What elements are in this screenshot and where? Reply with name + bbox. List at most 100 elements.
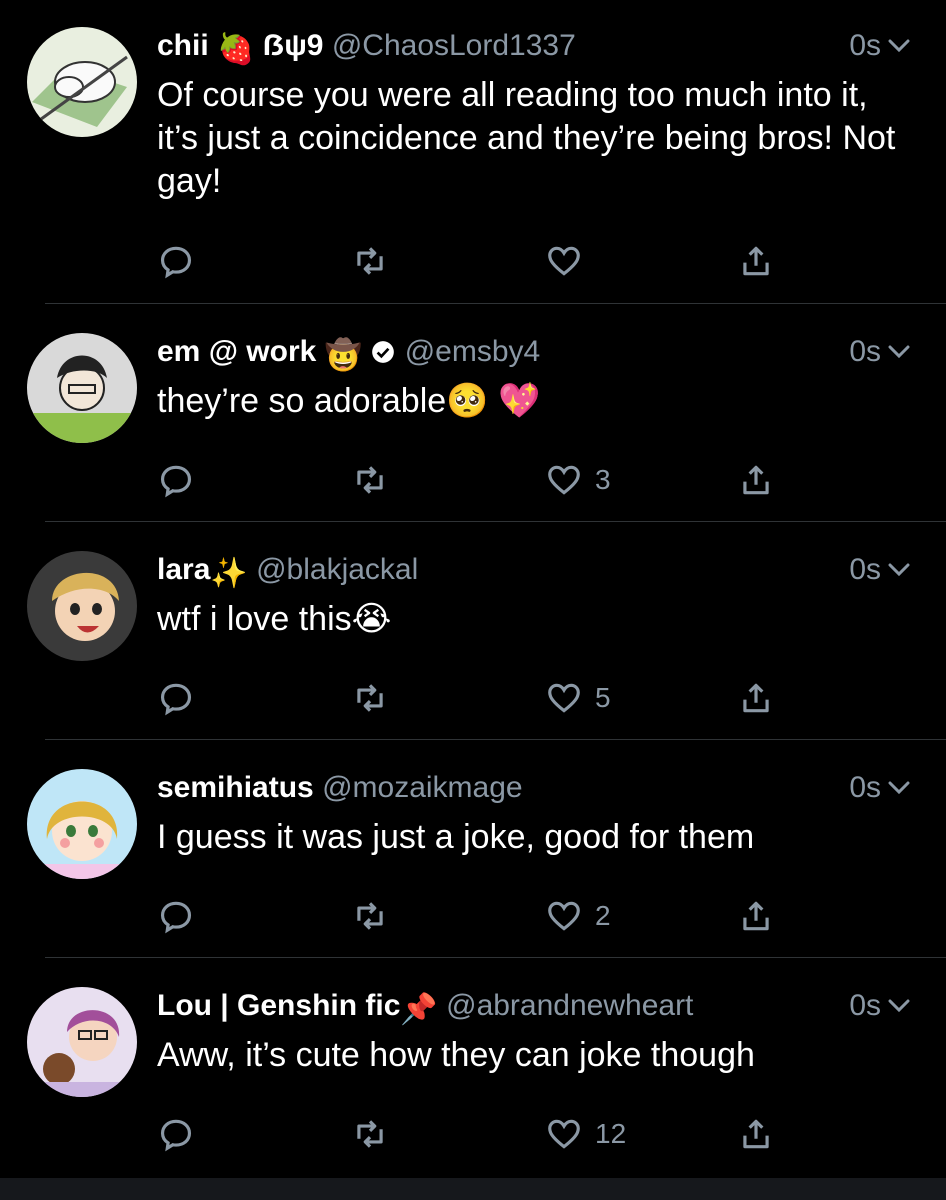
reply-button[interactable] <box>157 460 207 500</box>
chevron-down-icon[interactable] <box>887 28 911 64</box>
timestamp-text: 0s <box>849 29 881 62</box>
timestamp-text: 0s <box>849 335 881 368</box>
tweet-actions <box>157 241 797 281</box>
like-button[interactable]: 12 <box>545 1114 626 1154</box>
share-button[interactable] <box>737 896 775 936</box>
tweet-header: Lou | Genshin fic📌 @abrandnewheart <box>157 988 693 1028</box>
retweet-icon <box>357 902 383 930</box>
share-button[interactable] <box>737 460 775 500</box>
retweet-button[interactable] <box>351 896 401 936</box>
divider <box>45 521 946 522</box>
share-icon <box>743 246 769 276</box>
handle[interactable]: @ChaosLord1337 <box>332 29 576 62</box>
like-button[interactable]: 2 <box>545 896 611 936</box>
share-icon <box>743 465 769 495</box>
share-button[interactable] <box>737 1114 775 1154</box>
heart-icon <box>548 683 580 713</box>
share-icon <box>743 683 769 713</box>
tweet-text: wtf i love this😭 <box>157 600 392 638</box>
tweet-text: I guess it was just a joke, good for the… <box>157 818 755 856</box>
heart-icon <box>548 465 580 495</box>
reply-icon <box>160 901 192 934</box>
retweet-button[interactable] <box>351 241 401 281</box>
tweet-text: Of course you were all reading too much … <box>157 76 896 200</box>
share-button[interactable] <box>737 241 775 281</box>
timestamp-text: 0s <box>849 771 881 804</box>
reply-button[interactable] <box>157 241 207 281</box>
tweet[interactable]: em @ work 🤠 @emsby4 0s they’re so adorab… <box>0 306 946 524</box>
retweet-button[interactable] <box>351 678 401 718</box>
share-icon <box>743 901 769 931</box>
reply-icon <box>160 465 192 498</box>
avatar[interactable] <box>27 333 137 443</box>
tweet[interactable]: lara✨ @blakjackal 0s wtf i love this😭 5 <box>0 524 946 742</box>
handle[interactable]: @abrandnewheart <box>446 989 693 1022</box>
like-count: 12 <box>595 1118 627 1149</box>
heart-icon <box>548 246 580 276</box>
reply-icon <box>160 683 192 716</box>
reply-button[interactable] <box>157 896 207 936</box>
tweet[interactable]: Lou | Genshin fic📌 @abrandnewheart 0s Aw… <box>0 960 946 1178</box>
chevron-down-icon[interactable] <box>887 770 911 806</box>
retweet-button[interactable] <box>351 460 401 500</box>
retweet-button[interactable] <box>351 1114 401 1154</box>
timestamp-text: 0s <box>849 553 881 586</box>
heart-icon <box>548 901 580 931</box>
display-name[interactable]: semihiatus <box>157 771 314 804</box>
name-emoji: ✨ <box>210 557 248 590</box>
share-button[interactable] <box>737 678 775 718</box>
tweet-actions: 12 <box>157 1114 797 1154</box>
like-button[interactable]: 5 <box>545 678 611 718</box>
handle[interactable]: @mozaikmage <box>322 771 523 804</box>
verified-icon <box>370 338 396 374</box>
share-icon <box>743 1119 769 1149</box>
tweet-header: semihiatus @mozaikmage <box>157 770 523 806</box>
display-name[interactable]: em @ work <box>157 335 316 368</box>
heart-icon <box>548 1119 580 1149</box>
timestamp: 0s <box>849 988 911 1024</box>
handle[interactable]: @emsby4 <box>405 335 541 368</box>
tweet[interactable]: chii 🍓 ẞψ9 @ChaosLord1337 0s Of course y… <box>0 0 946 304</box>
divider <box>45 957 946 958</box>
timestamp: 0s <box>849 334 911 370</box>
like-count: 3 <box>595 464 611 495</box>
chevron-down-icon[interactable] <box>887 552 911 588</box>
tweet[interactable]: semihiatus @mozaikmage 0s I guess it was… <box>0 742 946 960</box>
timestamp: 0s <box>849 28 911 64</box>
avatar[interactable] <box>27 769 137 879</box>
chevron-down-icon[interactable] <box>887 988 911 1024</box>
display-name[interactable]: Lou | Genshin fic <box>157 989 400 1022</box>
tweet-actions: 3 <box>157 460 797 500</box>
display-name[interactable]: lara <box>157 553 210 586</box>
name-emoji: 🍓 <box>217 33 255 66</box>
divider <box>45 739 946 740</box>
avatar[interactable] <box>27 27 137 137</box>
display-name[interactable]: chii <box>157 29 209 62</box>
timestamp: 0s <box>849 552 911 588</box>
bottom-bar <box>0 1178 946 1200</box>
tweet-actions: 2 <box>157 896 797 936</box>
reply-icon <box>160 1119 192 1152</box>
like-count: 2 <box>595 900 611 931</box>
name-extra: ẞψ9 <box>262 29 324 62</box>
retweet-icon <box>357 684 383 712</box>
like-button[interactable] <box>545 241 595 281</box>
timestamp: 0s <box>849 770 911 806</box>
tweet-text: Aww, it’s cute how they can joke though <box>157 1036 755 1074</box>
reply-icon <box>160 246 192 279</box>
reply-button[interactable] <box>157 678 207 718</box>
tweet-actions: 5 <box>157 678 797 718</box>
handle[interactable]: @blakjackal <box>256 553 418 586</box>
avatar[interactable] <box>27 987 137 1097</box>
tweet-header: chii 🍓 ẞψ9 @ChaosLord1337 <box>157 28 576 68</box>
name-emoji: 🤠 <box>324 339 363 372</box>
tweet-header: lara✨ @blakjackal <box>157 552 418 592</box>
divider <box>45 303 946 304</box>
chevron-down-icon[interactable] <box>887 334 911 370</box>
avatar[interactable] <box>27 551 137 661</box>
reply-button[interactable] <box>157 1114 207 1154</box>
like-button[interactable]: 3 <box>545 460 611 500</box>
timestamp-text: 0s <box>849 989 881 1022</box>
retweet-icon <box>357 247 383 275</box>
like-count: 5 <box>595 682 611 713</box>
